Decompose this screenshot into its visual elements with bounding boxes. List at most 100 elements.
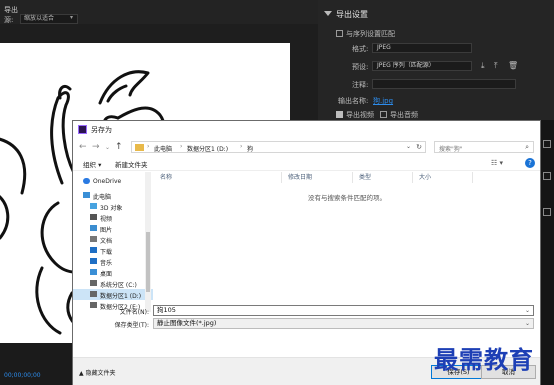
scrollbar-thumb[interactable] [146, 232, 150, 292]
nav-item-3d-objects[interactable]: 3D 对象 [73, 201, 153, 212]
cube-icon [90, 203, 97, 209]
square-icon [543, 172, 551, 180]
nav-pane-scrollbar[interactable] [145, 172, 151, 312]
chevron-down-icon: ⌄ [524, 320, 530, 327]
source-scale-label: 源: [4, 16, 14, 24]
nav-item-downloads[interactable]: 下载 [73, 245, 153, 256]
column-header-type[interactable]: 类型 [353, 172, 413, 183]
delete-preset-icon[interactable]: 🗑 [508, 61, 518, 70]
preset-label: 预设: [352, 63, 369, 71]
refresh-icon[interactable]: ↻ [416, 143, 422, 151]
nav-item-label: 下载 [100, 249, 113, 256]
view-options-icon[interactable]: ☷ ▾ [491, 159, 503, 167]
dialog-title: 另存为 [91, 126, 112, 134]
dialog-toolbar: 组织 ▾ 新建文件夹 ☷ ▾ ? [73, 156, 540, 171]
preset-select[interactable]: JPEG 序列（匹配源） [372, 61, 472, 71]
search-input[interactable]: 搜索"狗" ⌕ [434, 141, 534, 153]
nav-item-label: 文档 [100, 238, 113, 245]
file-name-label: 文件名(N): [119, 309, 149, 316]
back-arrow-icon[interactable]: ← [79, 142, 87, 152]
file-name-input[interactable]: 狗105 ⌄ [153, 305, 534, 316]
organize-menu[interactable]: 组织 ▾ [83, 159, 101, 169]
help-icon[interactable]: ? [525, 158, 535, 168]
file-type-value: 静止图像文件(*.jpg) [157, 319, 217, 327]
chevron-down-icon[interactable]: ⌄ [406, 143, 411, 150]
export-video-checkbox[interactable] [336, 111, 343, 118]
new-folder-button[interactable]: 新建文件夹 [115, 159, 148, 169]
nav-item-label: 视频 [100, 216, 113, 223]
column-header-name[interactable]: 名称 [154, 172, 282, 183]
timecode-readout: 00;00;00;00 [4, 372, 41, 379]
comment-input[interactable] [372, 79, 516, 89]
cloud-icon [83, 178, 90, 184]
breadcrumb-this-pc[interactable]: 此电脑 [154, 144, 172, 153]
export-settings-title: 导出设置 [336, 10, 368, 19]
nav-item-this-pc[interactable]: 此电脑 [73, 190, 153, 201]
watermark-text: 最需教育 [434, 345, 534, 374]
nav-item-label: 音乐 [100, 260, 113, 267]
export-tab-label[interactable]: 导出 [4, 5, 18, 15]
save-preset-icon[interactable]: ⤓ [481, 61, 485, 71]
search-placeholder: 搜索"狗" [439, 146, 463, 153]
breadcrumb-folder[interactable]: 狗 [247, 144, 253, 153]
column-header-size[interactable]: 大小 [413, 172, 473, 183]
chevron-down-icon[interactable]: ⌄ [525, 306, 530, 315]
square-icon [543, 140, 551, 148]
video-icon [90, 214, 97, 220]
nav-item-videos[interactable]: 视频 [73, 212, 153, 223]
download-icon [90, 247, 97, 253]
nav-item-drive-c[interactable]: 系统分区 (C:) [73, 278, 153, 289]
nav-item-label: 3D 对象 [100, 205, 123, 212]
nav-item-label: 图片 [100, 227, 113, 234]
forward-arrow-icon[interactable]: → [92, 142, 100, 152]
breadcrumb-drive-d[interactable]: 数据分区1 (D:) [187, 144, 228, 153]
nav-item-desktop[interactable]: 桌面 [73, 267, 153, 278]
format-label: 格式: [352, 45, 369, 53]
nav-item-onedrive[interactable]: OneDrive [73, 176, 153, 187]
search-icon: ⌕ [525, 143, 529, 151]
match-sequence-label: 与序列设置匹配 [346, 30, 395, 38]
file-list: 名称 修改日期 类型 大小 没有与搜索条件匹配的项。 [154, 172, 540, 312]
breadcrumb-separator: › [147, 143, 150, 150]
premiere-app-icon [78, 125, 87, 134]
computer-icon [83, 192, 90, 198]
nav-item-documents[interactable]: 文档 [73, 234, 153, 245]
export-audio-checkbox[interactable] [380, 111, 387, 118]
collapse-triangle-icon[interactable] [324, 11, 332, 16]
picture-icon [90, 225, 97, 231]
folder-icon [135, 144, 144, 151]
navigation-pane: OneDrive 此电脑 3D 对象 视频 图片 文档 下载 音乐 桌面 系统分… [73, 172, 153, 312]
nav-item-label: 系统分区 (C:) [100, 282, 137, 289]
breadcrumb-separator: › [180, 143, 183, 150]
column-header-date[interactable]: 修改日期 [282, 172, 353, 183]
nav-item-pictures[interactable]: 图片 [73, 223, 153, 234]
recent-chevron-icon[interactable]: ⌄ [105, 143, 110, 153]
empty-list-message: 没有与搜索条件匹配的项。 [308, 194, 386, 202]
nav-item-drive-d[interactable]: 数据分区1 (D:) [73, 289, 153, 300]
drive-icon [90, 280, 97, 286]
desktop-icon [90, 269, 97, 275]
breadcrumb-separator: › [240, 143, 243, 150]
file-name-value: 狗105 [157, 306, 176, 314]
comment-label: 注释: [352, 81, 369, 89]
nav-item-music[interactable]: 音乐 [73, 256, 153, 267]
format-select[interactable]: JPEG [372, 43, 472, 53]
import-preset-icon[interactable]: ⤒ [494, 61, 498, 71]
export-audio-label: 导出音频 [390, 111, 418, 119]
nav-item-label: OneDrive [93, 178, 122, 185]
chevron-down-icon: ▾ [70, 14, 74, 21]
output-name-link[interactable]: 狗.jpg [373, 96, 393, 106]
right-edge-strip [541, 120, 554, 385]
nav-item-label: 桌面 [100, 271, 113, 278]
nav-item-label: 数据分区1 (D:) [100, 293, 142, 300]
address-bar[interactable]: › 此电脑 › 数据分区1 (D:) › 狗 ⌄ ↻ [131, 141, 426, 153]
file-type-select[interactable]: 静止图像文件(*.jpg) ⌄ [153, 318, 534, 329]
address-row: ← → ⌄ ↑ › 此电脑 › 数据分区1 (D:) › 狗 ⌄ ↻ 搜索"狗"… [73, 138, 540, 156]
match-sequence-checkbox[interactable] [336, 30, 343, 37]
drive-icon [90, 291, 97, 297]
document-icon [90, 236, 97, 242]
hide-folders-toggle[interactable]: ▲ 隐藏文件夹 [79, 368, 116, 377]
up-arrow-icon[interactable]: ↑ [115, 142, 123, 152]
output-name-label: 输出名称: [338, 97, 369, 105]
music-icon [90, 258, 97, 264]
